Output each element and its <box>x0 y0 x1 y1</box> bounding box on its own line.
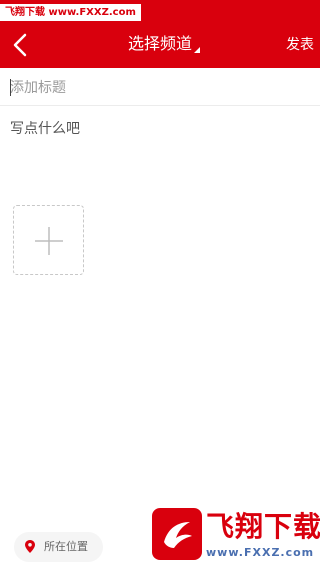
location-pin-icon <box>25 540 35 553</box>
logo-title: 飞翔下载 <box>206 510 320 543</box>
watermark-banner: 飞翔下载 www.FXXZ.com <box>0 4 141 21</box>
logo-url: www.FXXZ.com <box>206 546 315 559</box>
logo-badge-icon <box>152 508 202 560</box>
title-field <box>0 68 320 106</box>
body-textarea[interactable] <box>10 118 310 178</box>
title-input[interactable] <box>10 77 310 99</box>
location-button[interactable]: 所在位置 <box>14 532 103 562</box>
text-cursor <box>10 79 11 96</box>
add-image-button[interactable] <box>13 205 84 275</box>
publish-button[interactable]: 发表 <box>286 35 314 55</box>
location-label: 所在位置 <box>44 540 88 553</box>
channel-selector[interactable]: 选择频道 <box>127 33 200 55</box>
header-bar: 飞翔下载 www.FXXZ.com 选择频道 发表 <box>0 0 320 68</box>
dropdown-caret-icon <box>194 47 200 53</box>
watermark-logo: 飞翔下载 www.FXXZ.com <box>152 508 320 564</box>
page-title: 选择频道 <box>127 34 192 53</box>
plus-icon <box>35 227 63 255</box>
